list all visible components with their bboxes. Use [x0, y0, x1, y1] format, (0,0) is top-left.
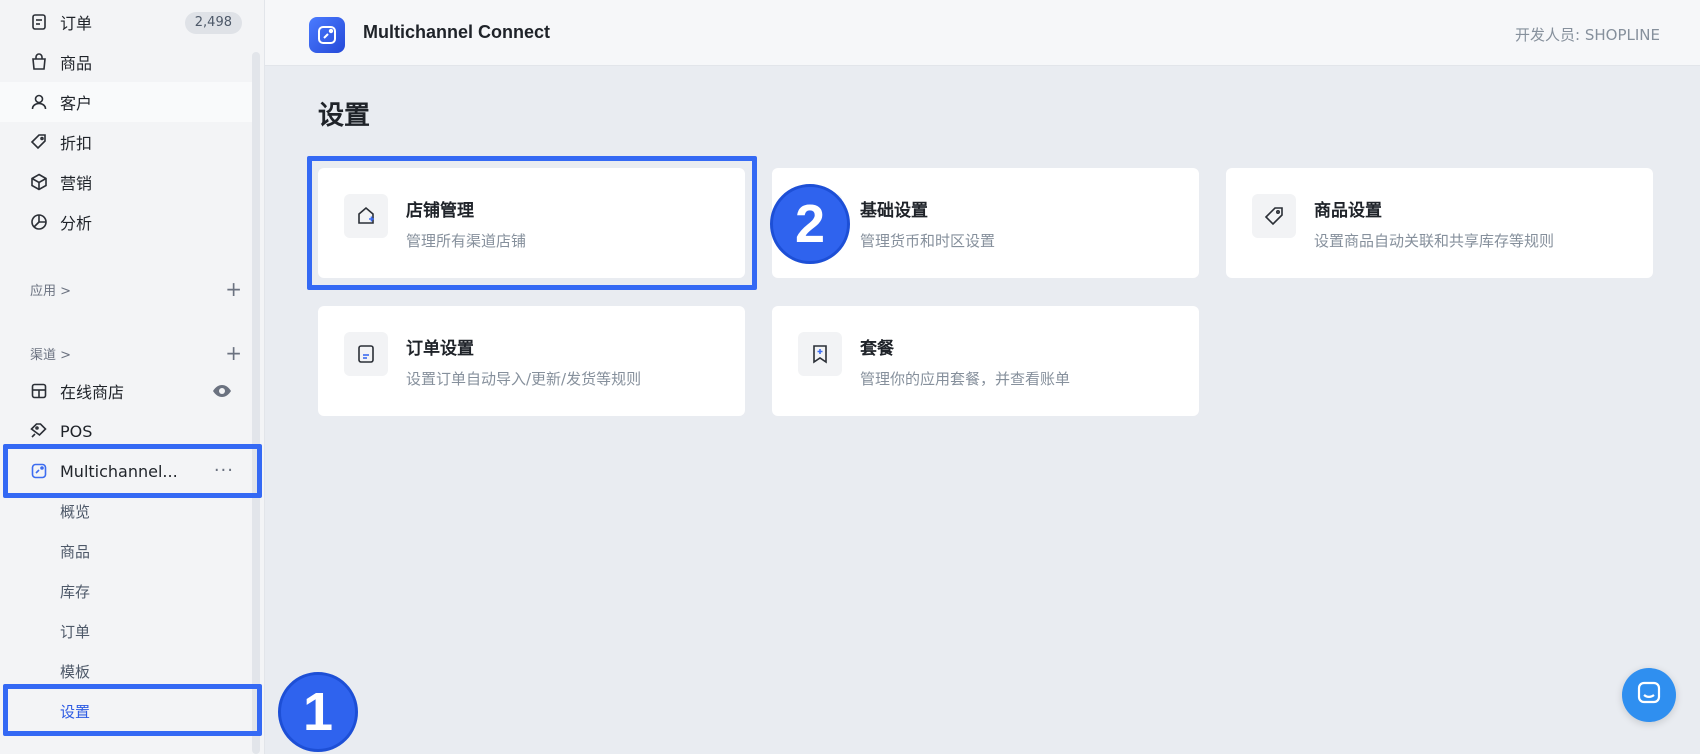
- card-title: 套餐: [860, 339, 894, 359]
- step-badge-1: 1: [278, 672, 358, 752]
- eye-icon[interactable]: [212, 382, 232, 404]
- bag-icon: [30, 53, 48, 71]
- top-bar: Multichannel Connect 开发人员: SHOPLINE: [265, 0, 1700, 66]
- tag-icon: [1252, 194, 1296, 238]
- apps-section-header[interactable]: 应用 > +: [30, 278, 242, 300]
- highlight-store-management: [307, 156, 757, 290]
- sidebar-item-marketing[interactable]: 营销: [0, 162, 252, 202]
- sub-item-inventory[interactable]: 库存: [0, 571, 252, 611]
- sidebar: 订单 2,498 商品 客户 折扣 营销 分析 应用 > + 渠道 > + 在线…: [0, 0, 265, 754]
- tag-icon: [30, 133, 48, 151]
- sidebar-item-products[interactable]: 商品: [0, 42, 252, 82]
- page-title: 设置: [318, 101, 371, 131]
- card-desc: 管理货币和时区设置: [860, 232, 996, 250]
- card-plans[interactable]: 套餐 管理你的应用套餐，并查看账单: [772, 306, 1199, 416]
- sidebar-item-orders[interactable]: 订单 2,498: [0, 2, 252, 42]
- developer-label: 开发人员: SHOPLINE: [1515, 26, 1660, 44]
- pos-tag-icon: [30, 422, 48, 440]
- card-title: 订单设置: [406, 339, 474, 359]
- add-channel-icon[interactable]: +: [225, 343, 242, 363]
- sidebar-item-customers[interactable]: 客户: [0, 82, 252, 122]
- card-product-settings[interactable]: 商品设置 设置商品自动关联和共享库存等规则: [1226, 168, 1653, 278]
- sidebar-item-label: 营销: [60, 174, 93, 193]
- channels-section-label: 渠道 >: [30, 347, 72, 363]
- chat-support-button[interactable]: [1622, 668, 1676, 722]
- sidebar-item-label: POS: [60, 421, 93, 441]
- sidebar-item-label: 商品: [60, 54, 93, 73]
- app-title: Multichannel Connect: [363, 22, 551, 42]
- sidebar-scrollbar[interactable]: [252, 52, 260, 754]
- card-desc: 设置商品自动关联和共享库存等规则: [1314, 232, 1555, 250]
- sidebar-item-label: 在线商店: [60, 383, 125, 402]
- orders-count-badge: 2,498: [184, 12, 242, 34]
- card-order-settings[interactable]: 订单设置 设置订单自动导入/更新/发货等规则: [318, 306, 745, 416]
- sidebar-item-label: 折扣: [60, 134, 93, 153]
- sidebar-item-online-store[interactable]: 在线商店: [0, 371, 252, 411]
- order-doc-icon: [344, 332, 388, 376]
- order-icon: [30, 13, 48, 31]
- sidebar-item-label: 客户: [60, 94, 93, 113]
- highlight-settings: [3, 684, 262, 736]
- sidebar-item-label: 订单: [60, 14, 93, 33]
- sub-item-orders[interactable]: 订单: [0, 611, 252, 651]
- card-desc: 设置订单自动导入/更新/发货等规则: [406, 370, 642, 388]
- sub-item-products[interactable]: 商品: [0, 531, 252, 571]
- sidebar-item-analytics[interactable]: 分析: [0, 202, 252, 242]
- step-badge-2: 2: [770, 184, 850, 264]
- bookmark-plus-icon: [798, 332, 842, 376]
- chat-icon: [1635, 679, 1663, 711]
- sidebar-item-discounts[interactable]: 折扣: [0, 122, 252, 162]
- card-desc: 管理你的应用套餐，并查看账单: [860, 370, 1071, 388]
- apps-section-label: 应用 >: [30, 283, 72, 299]
- app-logo-icon: [309, 17, 345, 53]
- pie-chart-icon: [30, 213, 48, 231]
- sidebar-item-label: 分析: [60, 214, 93, 233]
- card-title: 基础设置: [860, 201, 928, 221]
- store-icon: [30, 382, 48, 400]
- user-icon: [30, 93, 48, 111]
- box-icon: [30, 173, 48, 191]
- card-title: 商品设置: [1314, 201, 1382, 221]
- add-app-icon[interactable]: +: [225, 279, 242, 299]
- channels-section-header[interactable]: 渠道 > +: [30, 342, 242, 364]
- highlight-multichannel: [3, 444, 262, 498]
